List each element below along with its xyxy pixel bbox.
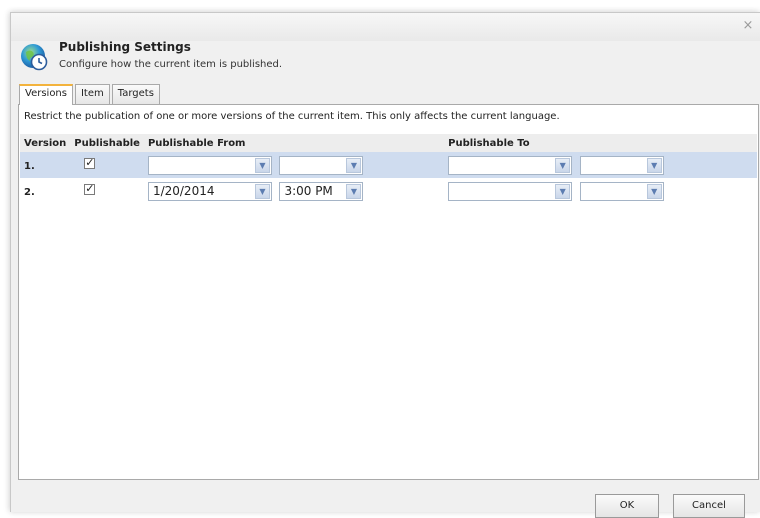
chevron-down-icon[interactable]: ▼ [254,183,270,199]
close-icon[interactable]: × [741,19,755,33]
cancel-button[interactable]: Cancel [673,494,745,518]
column-header-version: Version [20,134,71,152]
select-value: 3:00 PM [284,183,333,198]
table-row[interactable]: 1. ▼ ▼ [20,152,757,178]
version-number: 2. [24,186,35,198]
publishable-checkbox[interactable] [84,156,96,169]
chevron-down-icon[interactable]: ▼ [646,183,662,199]
publishable-to-time-select[interactable]: ▼ [579,181,664,201]
dialog-subtitle: Configure how the current item is publis… [59,59,283,70]
select-value: 1/20/2014 [152,183,215,198]
version-number: 1. [24,160,35,172]
column-header-publishable-from: Publishable From [143,134,445,152]
chevron-down-icon[interactable]: ▼ [254,157,270,173]
table-header-row: Version Publishable Publishable From Pub… [20,134,757,152]
tab-targets[interactable]: Targets [111,84,160,104]
ok-button[interactable]: OK [595,494,659,518]
tab-bar: Versions Item Targets [19,84,160,105]
chevron-down-icon[interactable]: ▼ [646,157,662,173]
chevron-down-icon[interactable]: ▼ [555,183,571,199]
tab-versions[interactable]: Versions [19,84,73,105]
tab-item[interactable]: Item [74,84,110,104]
publishable-to-time-select[interactable]: ▼ [579,155,664,175]
table-row[interactable]: 2. 1/20/2014 ▼ 3:00 PM ▼ [20,178,757,204]
chevron-down-icon[interactable]: ▼ [555,157,571,173]
panel-description: Restrict the publication of one or more … [24,111,560,122]
publishing-settings-dialog: × Publishing Settings Configure how the … [10,12,760,518]
publishable-from-date-select[interactable]: ▼ [147,155,272,175]
dialog-titlebar: × [11,13,760,41]
column-header-publishable-to: Publishable To [444,134,757,152]
globe-clock-icon [21,44,48,71]
column-header-publishable: Publishable [70,134,144,152]
publishable-checkbox[interactable] [84,182,96,195]
publishable-from-date-select[interactable]: 1/20/2014 ▼ [147,181,272,201]
chevron-down-icon[interactable]: ▼ [346,157,362,173]
versions-table: Version Publishable Publishable From Pub… [20,134,757,204]
chevron-down-icon[interactable]: ▼ [346,183,362,199]
publishable-to-date-select[interactable]: ▼ [448,181,573,201]
publishable-to-date-select[interactable]: ▼ [448,155,573,175]
dialog-title: Publishing Settings [59,40,191,54]
publishable-from-time-select[interactable]: ▼ [279,155,364,175]
versions-panel: Restrict the publication of one or more … [18,104,759,480]
publishable-from-time-select[interactable]: 3:00 PM ▼ [279,181,364,201]
